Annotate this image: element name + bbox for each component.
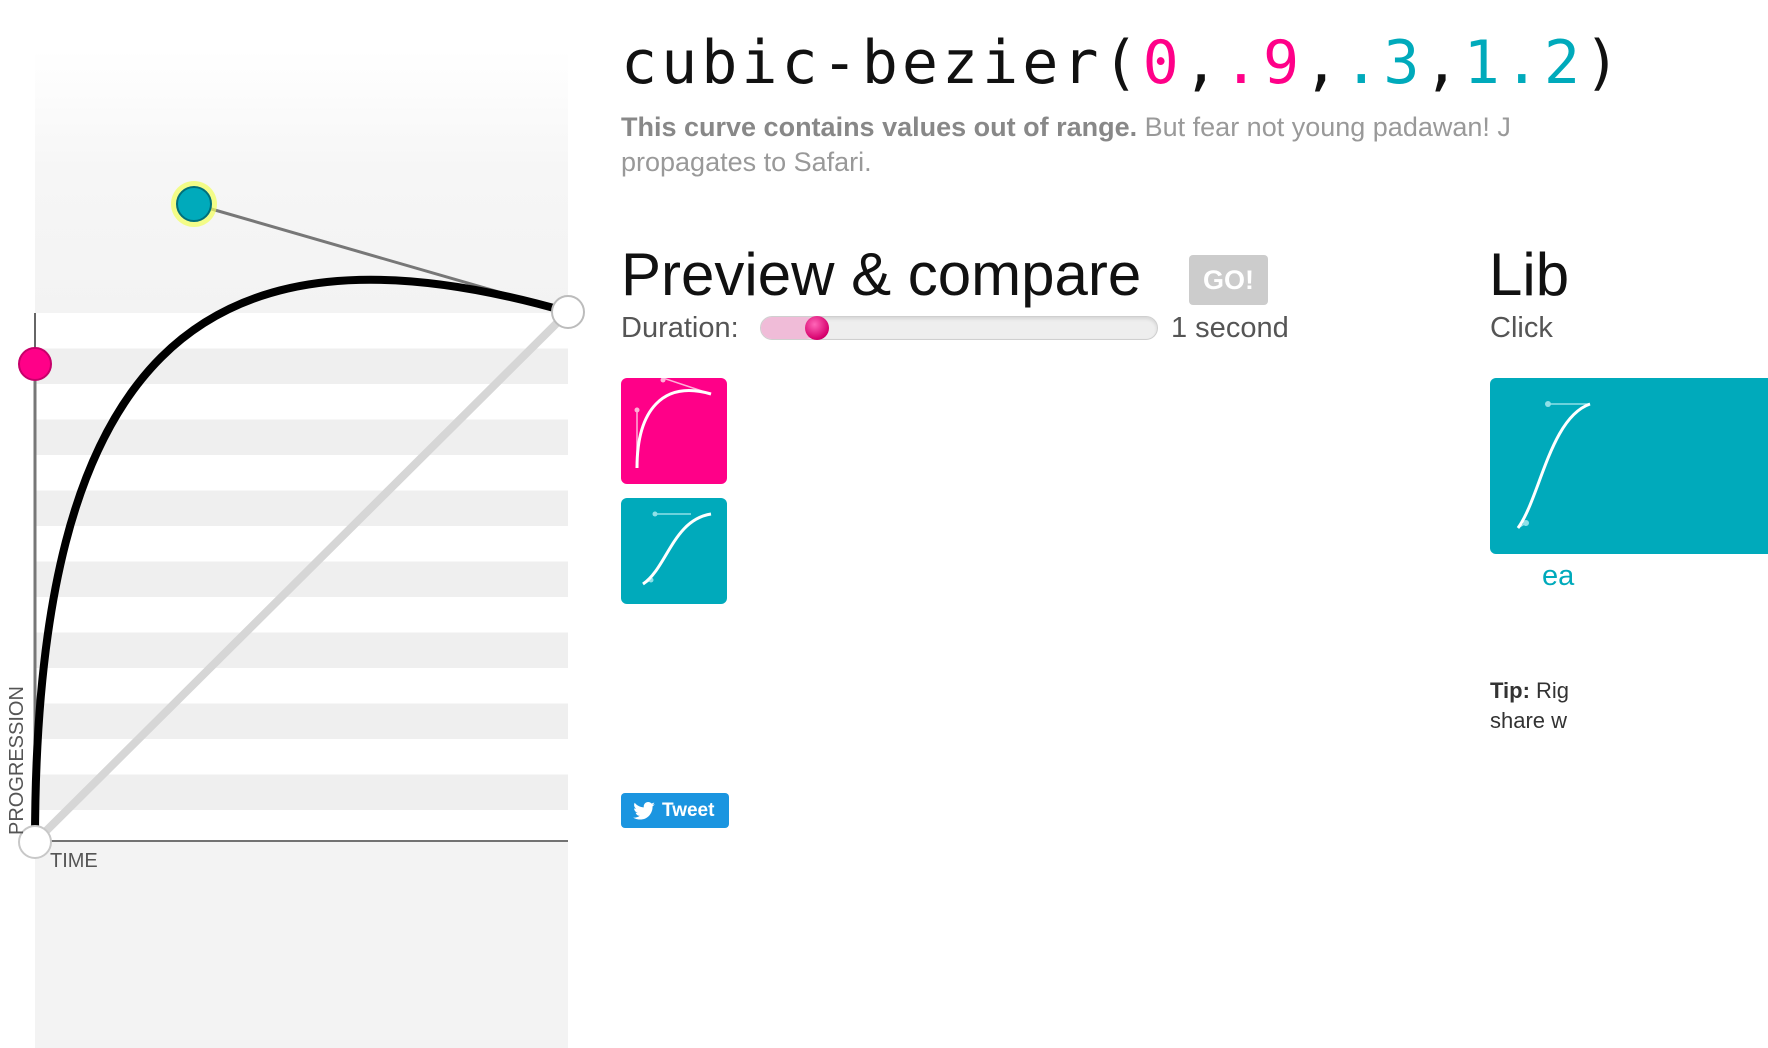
- duration-value: 1 second: [1171, 312, 1289, 344]
- warning-text: But fear not young padawan! J: [1137, 112, 1511, 142]
- library-hint: Click: [1490, 312, 1553, 344]
- grid-stripe: [35, 490, 568, 526]
- control-point-2-handle[interactable]: [176, 186, 212, 222]
- library-item-label[interactable]: ea: [1542, 560, 1574, 593]
- title-p2y: 1.2: [1463, 28, 1584, 98]
- curve-thumbnail-icon: [1516, 401, 1591, 529]
- title-p2x: .3: [1343, 28, 1424, 98]
- title-sep-2: ,: [1303, 28, 1344, 98]
- warning-text-line-2: propagates to Safari.: [621, 147, 872, 177]
- grid-stripe: [35, 703, 568, 739]
- end-point: [551, 295, 585, 329]
- title-p1x: 0: [1142, 28, 1183, 98]
- duration-slider-thumb[interactable]: [804, 316, 829, 340]
- grid-stripe: [35, 774, 568, 810]
- cubic-bezier-title[interactable]: cubic-bezier(0,.9,.3,1.2): [621, 28, 1624, 98]
- twitter-bird-icon: [633, 802, 655, 820]
- tip-text: Tip: Rig share w: [1490, 676, 1569, 736]
- title-sep-1: ,: [1182, 28, 1223, 98]
- tip-bold: Tip:: [1490, 678, 1530, 703]
- curve-thumbnail-icon: [642, 511, 712, 586]
- bezier-curve-editor[interactable]: [0, 0, 600, 1048]
- preview-heading: Preview & compare: [621, 241, 1142, 308]
- title-suffix: ): [1583, 28, 1625, 98]
- tweet-button[interactable]: Tweet: [621, 793, 729, 828]
- title-p1y: .9: [1222, 28, 1304, 98]
- curve-thumbnail-icon: [634, 377, 712, 469]
- grid-stripe: [35, 632, 568, 668]
- library-heading: Lib: [1489, 241, 1570, 308]
- tweet-label: Tweet: [662, 800, 715, 821]
- preview-compare-curve[interactable]: [621, 498, 727, 604]
- out-of-range-warning: This curve contains values out of range.…: [621, 110, 1768, 180]
- preview-current-curve[interactable]: [621, 377, 727, 484]
- library-curve-item[interactable]: [1490, 378, 1768, 554]
- x-axis-label: TIME: [50, 850, 98, 872]
- title-sep-3: ,: [1423, 28, 1464, 98]
- title-prefix: cubic-bezier(: [621, 28, 1143, 98]
- go-button[interactable]: GO!: [1189, 255, 1268, 305]
- y-axis-label: PROGRESSION: [6, 686, 28, 835]
- warning-bold-text: This curve contains values out of range.: [621, 112, 1138, 142]
- tip-body: Rig: [1529, 678, 1570, 703]
- duration-slider[interactable]: [760, 316, 1158, 340]
- tip-body-line-2: share w: [1490, 708, 1568, 733]
- duration-label: Duration:: [621, 312, 739, 344]
- control-point-1-handle[interactable]: [18, 347, 52, 381]
- grid-stripe: [35, 348, 568, 384]
